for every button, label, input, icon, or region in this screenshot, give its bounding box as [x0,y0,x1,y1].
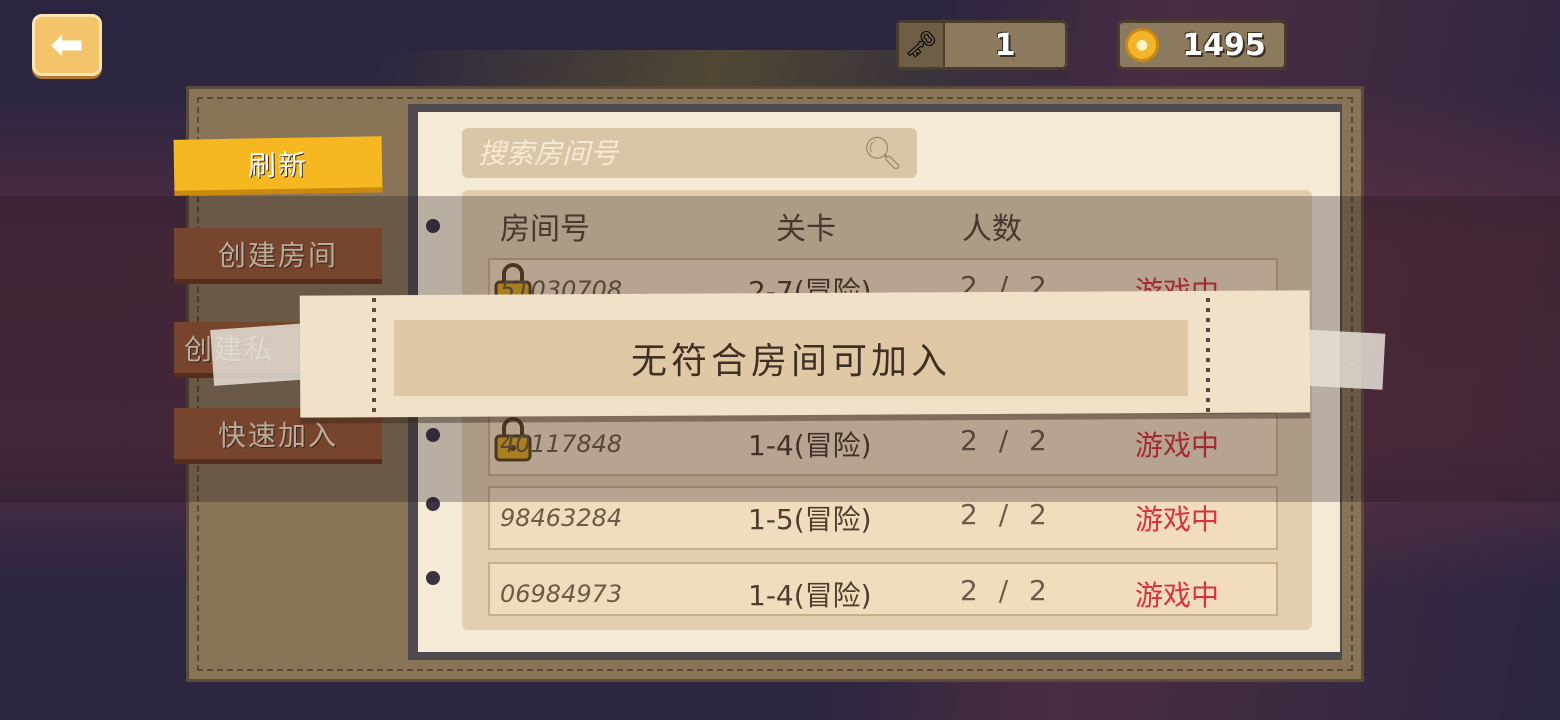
table-row[interactable]: 06984973 1-4(冒险) 2 / 2 游戏中 [488,562,1278,616]
key-counter: 🗝 1 [896,20,1068,70]
player-count: 2 / 2 [960,574,1053,607]
key-count: 1 [994,27,1016,63]
refresh-button[interactable]: 刷新 [173,136,383,196]
search-icon[interactable]: 🔍︎ [862,134,903,172]
status-label: 游戏中 [1135,503,1220,536]
banner-perforation-right [1206,298,1210,414]
coin-icon: ● [1125,28,1159,62]
coin-icon-wrap: ● [1120,23,1164,67]
room-number: 98463284 [500,504,623,532]
coin-counter: ● 1495 [1117,20,1287,70]
status-label: 游戏中 [1135,579,1220,612]
room-search-bar[interactable]: 🔍︎ [462,128,917,178]
banner-perforation-left [372,298,376,414]
stage-name: 1-4(冒险) [748,579,872,612]
search-input[interactable] [476,135,863,171]
back-arrow-icon: ⬅ [50,22,84,68]
notice-message: 无符合房间可加入 [630,341,951,382]
player-count: 2 / 2 [960,498,1053,531]
stage-name: 1-5(冒险) [748,503,872,536]
back-button[interactable]: ⬅ [32,14,102,76]
coin-count: 1495 [1182,27,1266,63]
room-number: 06984973 [500,580,623,608]
key-icon: 🗝 [899,23,945,67]
